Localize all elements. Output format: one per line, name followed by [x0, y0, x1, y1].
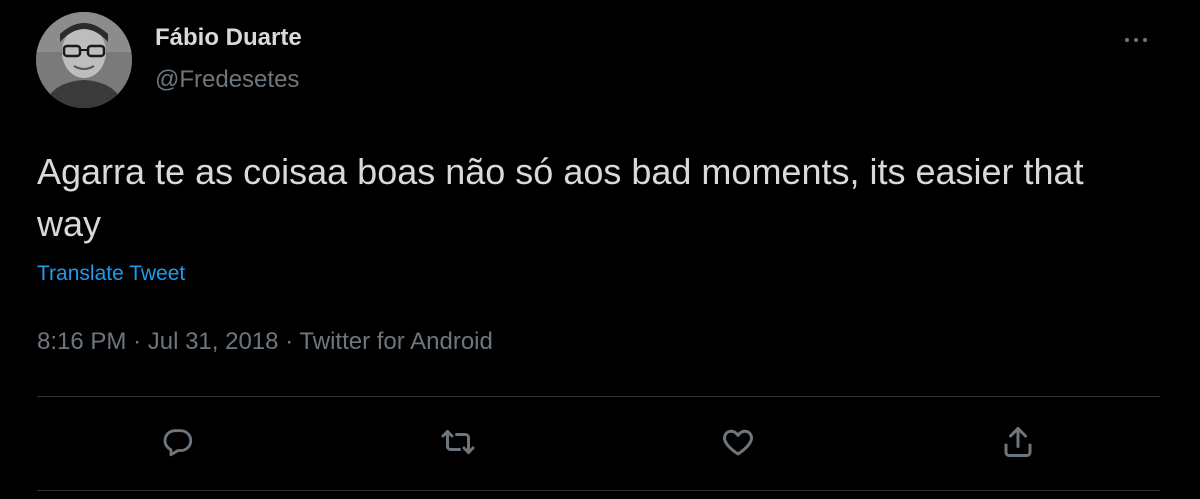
more-horizontal-icon[interactable] — [1118, 26, 1154, 54]
tweet-text: Agarra te as coisaa boas não só aos bad … — [37, 151, 1084, 244]
heart-icon — [723, 429, 753, 456]
share-button[interactable] — [998, 422, 1038, 462]
share-icon — [1004, 427, 1032, 457]
like-button[interactable] — [718, 422, 758, 462]
divider — [37, 396, 1160, 397]
more-dot — [1143, 38, 1147, 42]
meta-separator: · — [285, 328, 294, 355]
display-name[interactable]: Fábio Duarte — [155, 24, 302, 52]
tweet-card: Fábio Duarte @Fredesetes Agarra te as co… — [0, 0, 1200, 499]
more-dot — [1134, 38, 1138, 42]
more-dot — [1125, 38, 1129, 42]
retweet-button[interactable] — [438, 422, 478, 462]
reply-button[interactable] — [158, 422, 198, 462]
meta-separator: · — [133, 328, 142, 355]
tweet-metadata: 8:16 PM · Jul 31, 2018 · Twitter for And… — [37, 328, 493, 356]
translate-tweet-link[interactable]: Translate Tweet — [37, 262, 185, 286]
user-handle[interactable]: @Fredesetes — [155, 66, 299, 94]
avatar[interactable] — [36, 12, 132, 108]
divider — [37, 490, 1160, 491]
reply-icon — [163, 429, 193, 457]
retweet-icon — [441, 430, 475, 454]
tweet-time[interactable]: 8:16 PM — [37, 328, 126, 355]
avatar-photo — [36, 12, 132, 108]
tweet-date[interactable]: Jul 31, 2018 — [148, 328, 279, 355]
tweet-source[interactable]: Twitter for Android — [299, 328, 492, 355]
